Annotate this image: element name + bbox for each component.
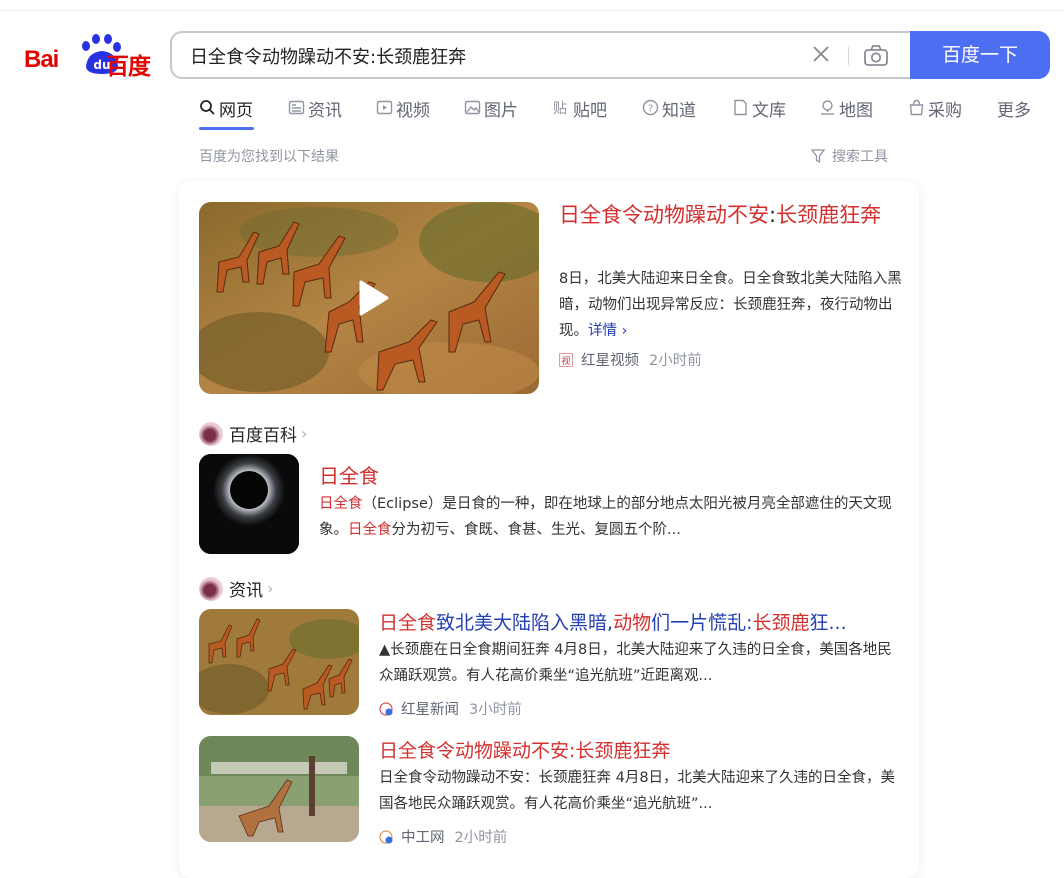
chevron-right-icon: ›	[301, 424, 308, 443]
baidu-logo[interactable]: Bai du 百度	[24, 34, 154, 80]
map-pin-icon	[821, 100, 834, 115]
news-section-header[interactable]: 资讯 ›	[199, 576, 273, 601]
title-part: 日全食	[379, 612, 437, 634]
tab-label: 文库	[752, 101, 786, 121]
tab-more[interactable]: 更多	[997, 96, 1031, 130]
tab-news[interactable]: 资讯	[288, 96, 342, 130]
baike-section-header[interactable]: 百度百科 ›	[199, 421, 307, 446]
tab-label: 贴吧	[573, 101, 607, 121]
tab-web[interactable]: 网页	[199, 96, 253, 130]
play-icon	[359, 280, 389, 316]
chevron-right-icon: ›	[267, 579, 274, 598]
filter-icon	[810, 149, 826, 164]
news-summary-1: ▲长颈鹿在日全食期间狂奔 4月8日，北美大陆迎来了久违的日全食，美国各地民众踊跃…	[379, 642, 892, 684]
main-result-title[interactable]: 日全食令动物躁动不安:长颈鹿狂奔	[559, 200, 909, 230]
title-part: 长颈鹿狂奔	[776, 203, 882, 227]
svg-text:视: 视	[561, 355, 570, 367]
search-box	[170, 31, 912, 79]
summary-text: 分为初亏、食既、食甚、生光、复圆五个阶...	[391, 522, 681, 538]
tab-label: 知道	[662, 101, 696, 121]
source-name: 红星新闻	[401, 702, 459, 718]
tab-label: 视频	[396, 101, 430, 121]
highlight: 日全食	[319, 496, 363, 512]
svg-text:?: ?	[648, 104, 653, 115]
camera-icon	[864, 45, 888, 66]
tab-label: 图片	[484, 101, 518, 121]
active-tab-indicator	[199, 127, 254, 130]
source-time: 2小时前	[649, 353, 702, 369]
section-label: 资讯	[229, 581, 263, 601]
search-input[interactable]	[190, 41, 790, 71]
tab-tieba[interactable]: 贴 贴吧	[553, 96, 607, 130]
search-button[interactable]: 百度一下	[910, 31, 1050, 79]
clear-button[interactable]	[808, 43, 834, 69]
tab-label: 采购	[928, 101, 962, 121]
news-icon	[288, 100, 305, 115]
news-source-1: 红星新闻 3小时前	[379, 698, 522, 719]
tab-wenku[interactable]: 文库	[732, 96, 786, 130]
result-count: 百度为您找到以下结果	[199, 149, 339, 165]
tab-images[interactable]: 图片	[464, 96, 518, 130]
tab-zhidao[interactable]: ? 知道	[642, 96, 696, 130]
baike-summary: 日全食（Eclipse）是日食的一种，即在地球上的部分地点太阳光被月亮全部遮住的…	[319, 491, 899, 543]
top-divider	[0, 10, 1064, 11]
zhonggong-icon	[379, 830, 393, 843]
tab-label: 更多	[997, 101, 1031, 121]
eclipse-image	[199, 454, 299, 554]
source-name: 中工网	[401, 830, 445, 846]
logo-text-right: 百度	[106, 54, 151, 80]
tab-map[interactable]: 地图	[819, 96, 873, 130]
section-label: 百度百科	[229, 426, 297, 446]
eclipse-thumbnail[interactable]	[199, 454, 299, 554]
tab-label: 地图	[839, 101, 873, 121]
document-icon	[734, 99, 747, 116]
tieba-icon: 贴	[553, 101, 567, 116]
close-icon	[813, 46, 829, 62]
more-link[interactable]: 详情 ›	[588, 323, 627, 339]
tab-video[interactable]: 视频	[376, 96, 430, 130]
baike-avatar	[199, 421, 223, 446]
news-avatar	[199, 576, 223, 601]
title-part: 长颈鹿	[752, 612, 810, 634]
question-icon: ?	[642, 99, 659, 116]
search-tools-label: 搜索工具	[832, 149, 888, 165]
news-summary-2: 日全食令动物躁动不安：长颈鹿狂奔 4月8日，北美大陆迎来了久违的日全食，美国各地…	[379, 770, 896, 812]
shopping-icon	[909, 99, 924, 116]
main-result-source: 视 红星视频 2小时前	[559, 349, 702, 370]
video-icon	[376, 100, 393, 115]
baike-title[interactable]: 日全食	[319, 460, 379, 489]
news-title-2[interactable]: 日全食令动物躁动不安:长颈鹿狂奔	[379, 736, 899, 763]
source-time: 3小时前	[469, 702, 522, 718]
tab-label: 资讯	[308, 101, 342, 121]
title-part: 们一片慌乱:	[651, 612, 753, 634]
image-icon	[464, 100, 481, 115]
title-part: 致北美大陆陷入黑暗,	[436, 612, 614, 634]
news-source-2: 中工网 2小时前	[379, 826, 507, 847]
hongxing-video-icon: 视	[559, 352, 573, 367]
news-title-1[interactable]: 日全食致北美大陆陷入黑暗,动物们一片慌乱:长颈鹿狂...	[379, 608, 899, 635]
logo-text-left: Bai	[24, 46, 59, 73]
news-thumbnail[interactable]	[199, 736, 359, 842]
giraffe-zoo-image	[199, 736, 359, 842]
title-part: 日全食令动物躁动不安	[559, 203, 769, 227]
tab-label: 网页	[219, 101, 253, 121]
source-name: 红星视频	[581, 353, 639, 369]
source-time: 2小时前	[454, 830, 508, 846]
video-thumbnail[interactable]	[199, 202, 539, 394]
news-thumbnail[interactable]	[199, 609, 359, 715]
main-result-summary: 8日，北美大陆迎来日全食。日全食致北美大陆陷入黑暗，动物们出现异常反应：长颈鹿狂…	[559, 266, 904, 344]
title-part: 动物	[613, 612, 652, 634]
search-divider	[848, 47, 849, 65]
giraffes-news-image	[199, 609, 359, 715]
hongxing-news-icon	[379, 702, 393, 715]
image-search-button[interactable]	[862, 43, 892, 69]
search-tools-button[interactable]: 搜索工具	[810, 146, 888, 166]
title-part: 狂...	[809, 612, 847, 634]
tab-shopping[interactable]: 采购	[908, 96, 962, 130]
svg-text:贴: 贴	[553, 101, 567, 116]
search-icon	[200, 100, 215, 115]
highlight: 日全食	[348, 522, 392, 538]
